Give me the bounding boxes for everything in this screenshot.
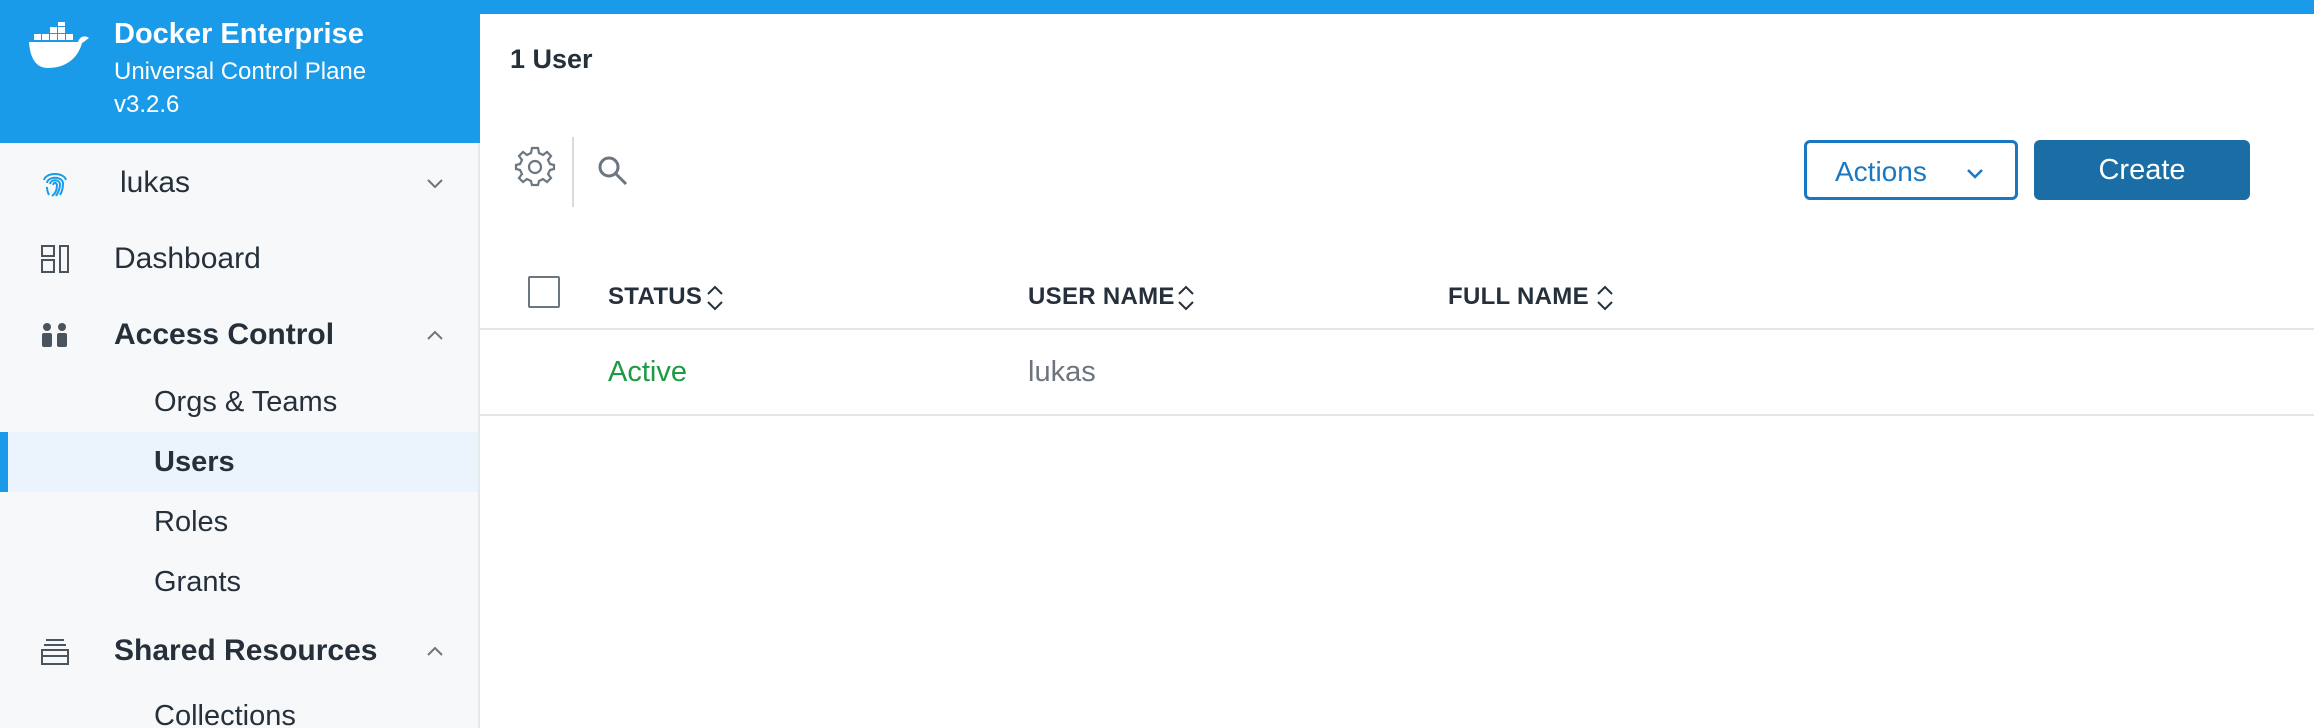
sidebar-item-orgs-teams[interactable]: Orgs & Teams — [0, 372, 478, 432]
actions-label: Actions — [1835, 156, 1927, 187]
sidebar-item-label: Dashboard — [114, 242, 261, 275]
brand-title: Docker Enterprise — [114, 18, 364, 50]
create-button[interactable]: Create — [2034, 140, 2250, 200]
sidebar-item-grants[interactable]: Grants — [0, 552, 478, 612]
user-menu[interactable]: lukas — [0, 152, 478, 212]
version-label: v3.2.6 — [114, 91, 180, 118]
active-indicator — [0, 432, 8, 492]
sidebar-item-label: Grants — [154, 566, 242, 598]
stack-icon — [41, 639, 69, 665]
sidebar-item-access-control[interactable]: Access Control — [0, 304, 478, 364]
chevron-up-icon[interactable] — [424, 640, 446, 662]
sidebar: Docker Enterprise Universal Control Plan… — [0, 0, 480, 728]
sidebar-item-label: Shared Resources — [114, 634, 378, 667]
page-title: 1 User — [510, 44, 593, 74]
sort-icon[interactable] — [1174, 280, 1198, 316]
top-accent-bar — [480, 0, 2314, 14]
actions-dropdown[interactable]: Actions — [1804, 140, 2018, 200]
chevron-down-icon — [1967, 169, 1983, 179]
sidebar-item-label: Collections — [154, 700, 296, 728]
sidebar-item-label: Users — [154, 446, 235, 478]
fingerprint-icon — [43, 173, 67, 197]
column-header-status[interactable]: STATUS — [608, 283, 702, 311]
column-header-full-name[interactable]: FULL NAME — [1448, 283, 1589, 311]
status-cell: Active — [608, 356, 687, 388]
sidebar-item-dashboard[interactable]: Dashboard — [0, 228, 478, 288]
search-icon[interactable] — [596, 154, 630, 188]
sidebar-item-label: Roles — [154, 506, 229, 538]
users-icon — [42, 323, 67, 347]
toolbar-divider — [572, 137, 574, 207]
sidebar-item-roles[interactable]: Roles — [0, 492, 478, 552]
sidebar-item-shared-resources[interactable]: Shared Resources — [0, 620, 478, 680]
user-name: lukas — [120, 166, 191, 199]
sort-icon[interactable] — [703, 280, 727, 316]
create-label: Create — [2098, 154, 2186, 186]
sort-icon[interactable] — [1593, 280, 1617, 316]
table-row[interactable] — [480, 330, 2314, 416]
sidebar-item-label: Orgs & Teams — [154, 386, 338, 418]
gear-icon[interactable] — [514, 146, 556, 188]
select-all-checkbox[interactable] — [528, 276, 560, 308]
sidebar-item-users[interactable]: Users — [0, 432, 478, 492]
brand-header[interactable]: Docker Enterprise Universal Control Plan… — [0, 0, 480, 143]
sidebar-item-label: Access Control — [114, 318, 335, 351]
brand-subtitle: Universal Control Plane — [114, 58, 367, 85]
user-name-cell[interactable]: lukas — [1028, 356, 1096, 389]
chevron-down-icon[interactable] — [424, 172, 446, 194]
dashboard-icon — [41, 245, 69, 273]
chevron-up-icon[interactable] — [424, 324, 446, 346]
sidebar-item-collections[interactable]: Collections — [0, 686, 478, 728]
table-header — [480, 262, 2314, 330]
docker-whale-icon — [29, 22, 89, 68]
column-header-user-name[interactable]: USER NAME — [1028, 283, 1175, 311]
